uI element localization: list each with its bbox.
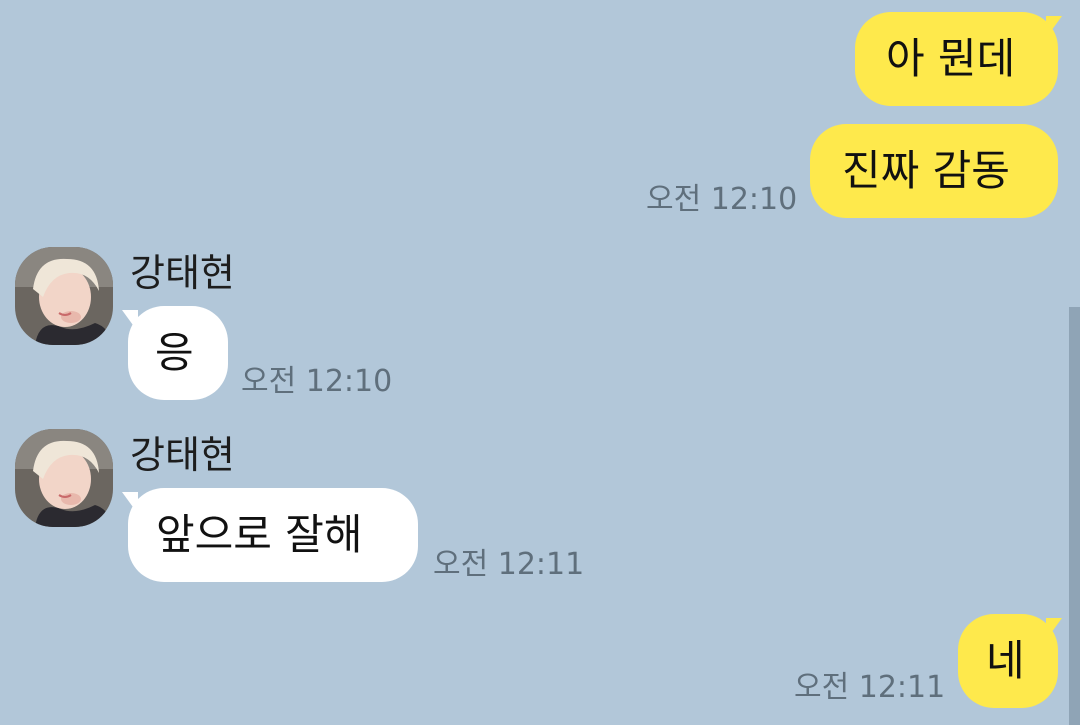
message-timestamp: 오전 12:10 [646, 182, 798, 217]
message-bubble-mine[interactable]: 진짜 감동 [810, 124, 1058, 218]
message-bubble-theirs[interactable]: 응 [128, 306, 228, 400]
sender-name: 강태현 [130, 433, 235, 477]
message-timestamp: 오전 12:11 [433, 547, 585, 582]
sender-name: 강태현 [130, 251, 235, 295]
message-timestamp: 오전 12:11 [794, 670, 946, 705]
profile-photo-icon [15, 429, 113, 527]
message-bubble-mine[interactable]: 아 뭔데 [855, 12, 1058, 106]
scrollbar[interactable] [1069, 307, 1080, 725]
message-bubble-theirs[interactable]: 앞으로 잘해 [128, 488, 418, 582]
avatar[interactable] [15, 247, 113, 345]
message-timestamp: 오전 12:10 [241, 364, 393, 399]
profile-photo-icon [15, 247, 113, 345]
message-bubble-mine[interactable]: 네 [958, 614, 1058, 708]
avatar[interactable] [15, 429, 113, 527]
